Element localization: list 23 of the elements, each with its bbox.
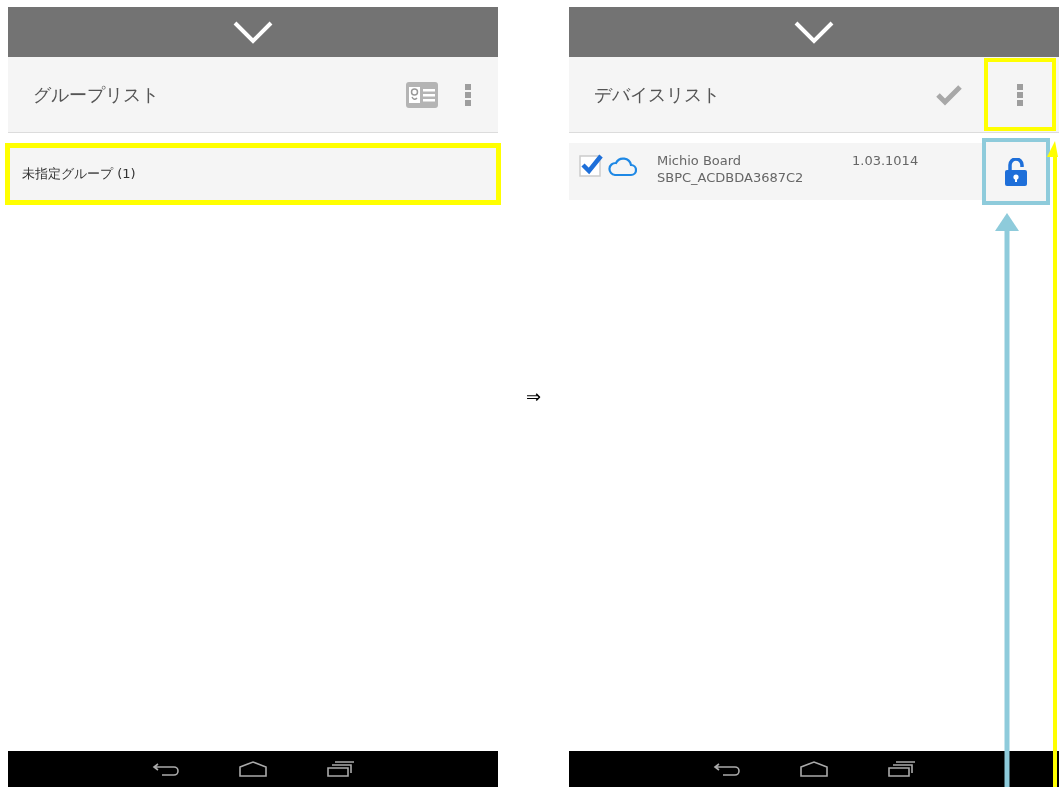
recent-apps-icon[interactable] <box>887 761 915 777</box>
check-icon[interactable] <box>936 83 962 106</box>
screen-title: グループリスト <box>33 82 160 107</box>
recent-apps-icon[interactable] <box>326 761 354 777</box>
firmware-version: 1.03.1014 <box>852 153 919 168</box>
contact-card-icon[interactable] <box>406 81 438 108</box>
menu-icon[interactable] <box>1017 83 1023 106</box>
device-item[interactable]: Michio Board SBPC_ACDBDA3687C2 1.03.1014 <box>569 143 982 200</box>
group-item[interactable]: 未指定グループ (1) <box>10 148 496 200</box>
unlocked-padlock-icon[interactable] <box>1004 157 1028 186</box>
screen-title: デバイスリスト <box>594 82 721 107</box>
chevron-down-icon[interactable] <box>232 20 274 44</box>
checkbox[interactable] <box>579 153 603 177</box>
home-icon[interactable] <box>238 761 268 777</box>
cloud-icon <box>607 157 637 177</box>
device-id: SBPC_ACDBDA3687C2 <box>657 170 805 185</box>
back-icon[interactable] <box>713 761 741 777</box>
home-icon[interactable] <box>799 761 829 777</box>
chevron-down-icon[interactable] <box>793 20 835 44</box>
device-name: Michio Board <box>657 153 743 168</box>
back-icon[interactable] <box>152 761 180 777</box>
transition-arrow: ⇒ <box>525 385 542 407</box>
menu-icon[interactable] <box>465 83 471 106</box>
